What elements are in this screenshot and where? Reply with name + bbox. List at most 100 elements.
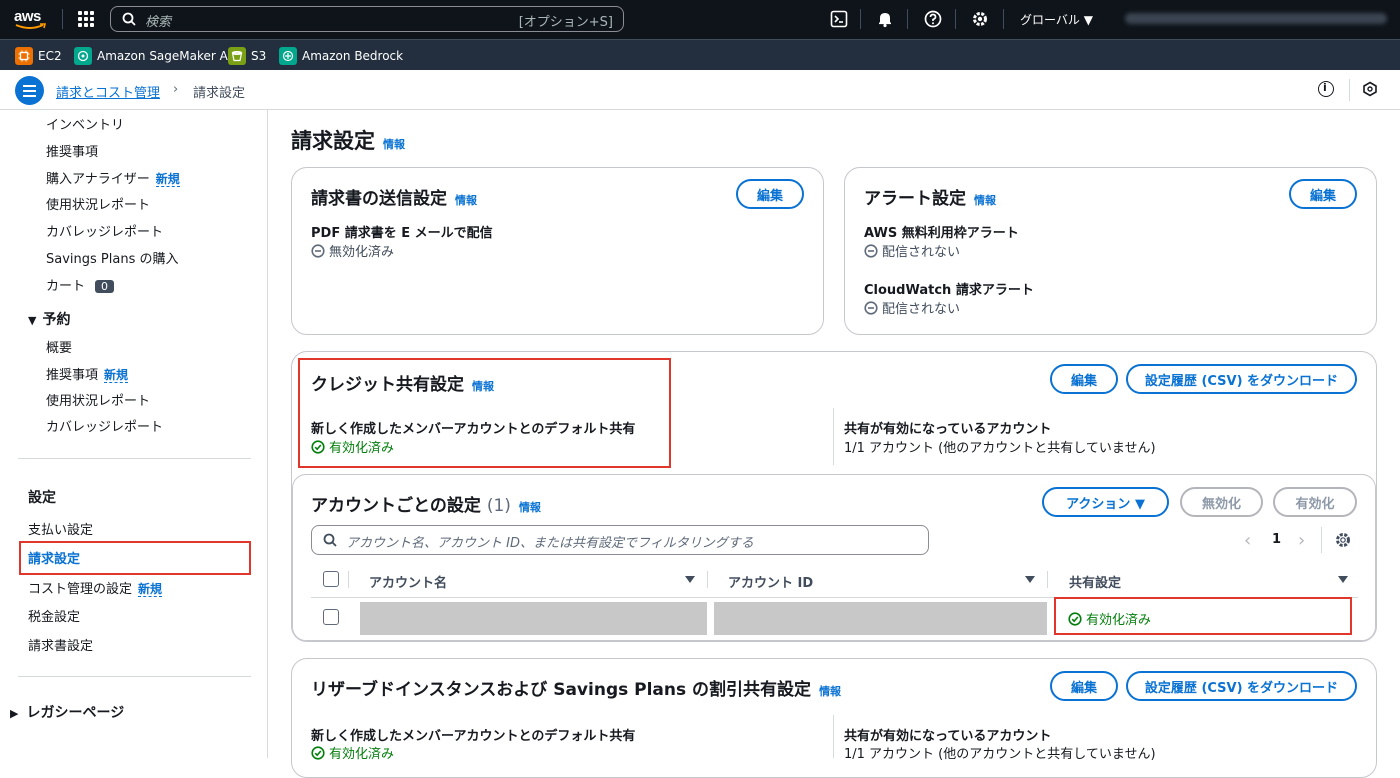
card-title: 請求書の送信設定 情報 [311,184,477,209]
sidebar-item-cost-management-settings[interactable]: コスト管理の設定 新規 [28,578,163,597]
sidebar-item-label: 推奨事項 [46,368,99,383]
table-title: アカウントごとの設定 (1) 情報 [311,491,541,516]
sidebar-item-invoice-settings[interactable]: 請求書設定 [28,635,93,654]
sidebar-item-label: カート [46,279,86,294]
info-link[interactable]: 情報 [819,685,841,698]
region-selector[interactable]: グローバル ▼ [1020,11,1093,28]
chevron-left-icon[interactable]: ‹ [1244,530,1251,551]
sort-caret-icon[interactable] [685,576,695,583]
s3-icon [228,47,246,65]
sidebar-item-label: コスト管理の設定 [28,582,133,597]
caret-down-icon: ▼ [28,314,37,327]
filter-placeholder: アカウント名、アカウント ID、または共有設定でフィルタリングする [346,536,754,551]
info-link[interactable]: 情報 [455,194,477,207]
breadcrumb-billing[interactable]: 請求とコスト管理 [56,82,160,101]
sidebar-section-legacy[interactable]: ▶ レガシーページ [10,702,124,722]
filter-input[interactable]: アカウント名、アカウント ID、または共有設定でフィルタリングする [311,525,929,555]
favorite-s3[interactable]: S3 [228,47,266,65]
highlight-box [298,358,671,468]
divider [833,715,834,758]
minus-circle-icon [864,300,878,315]
table-title-text: アカウントごとの設定 [311,496,481,516]
status-value: 配信されない [864,298,960,317]
new-badge: 新規 [155,172,180,187]
navigation-menu-button[interactable] [15,76,44,105]
sidebar-item-reservation-usage[interactable]: 使用状況レポート [46,390,150,409]
favorite-label: EC2 [38,49,62,63]
disable-button[interactable]: 無効化 [1180,487,1263,517]
sidebar-item-purchase-analyzer[interactable]: 購入アナライザー 新規 [46,168,180,187]
info-link[interactable]: 情報 [974,194,996,207]
sidebar-item-savings-plans-purchase[interactable]: Savings Plans の購入 [46,248,178,267]
favorites-bar: EC2 Amazon SageMaker AI S3 Amazon Bedroc… [0,39,1400,70]
sidebar-section-reservations[interactable]: ▼ 予約 [28,309,70,329]
divider [707,571,708,588]
favorite-label: S3 [251,49,267,63]
help-icon[interactable] [924,10,942,28]
search-icon [323,533,337,547]
search-placeholder: 検索 [145,15,172,30]
divider [1003,9,1004,29]
divider [62,9,63,29]
divider [1047,571,1048,588]
chevron-right-icon[interactable]: › [1298,530,1305,551]
table-count: (1) [486,496,511,516]
aws-logo[interactable]: aws [14,6,50,32]
edit-button[interactable]: 編集 [1050,364,1118,394]
sort-caret-icon[interactable] [1025,576,1035,583]
info-panel-icon[interactable] [1318,81,1334,97]
page-number[interactable]: 1 [1272,532,1281,547]
sidebar-item-cart[interactable]: カート 0 [46,275,115,294]
bedrock-icon [279,47,297,65]
sidebar-item-overview[interactable]: 概要 [46,337,72,356]
accounts-value: 1/1 アカウント (他のアカウントと共有していません) [844,747,1156,762]
sidebar-item-coverage-report[interactable]: カバレッジレポート [46,221,163,240]
download-history-button[interactable]: 設定履歴 (CSV) をダウンロード [1126,364,1357,394]
sidebar-item-tax-settings[interactable]: 税金設定 [28,606,80,625]
check-circle-icon [311,745,325,760]
status-text: 配信されない [882,302,961,317]
field-label: 共有が有効になっているアカウント [844,422,1052,437]
download-history-button[interactable]: 設定履歴 (CSV) をダウンロード [1126,671,1357,701]
redacted-account-name [360,602,707,635]
cloudshell-icon[interactable] [830,10,848,28]
status-value: 有効化済み [311,743,394,762]
account-menu[interactable] [1125,13,1387,24]
edit-button[interactable]: 編集 [1289,179,1357,209]
hexagon-icon[interactable] [1362,81,1378,101]
search-input[interactable]: 検索 [オプション+S] [110,6,624,32]
sidebar-item-reservation-recommendations[interactable]: 推奨事項 新規 [46,364,129,383]
status-text: 配信されない [882,245,961,260]
gear-icon[interactable] [971,10,989,28]
column-header-account-id[interactable]: アカウント ID [728,572,813,591]
edit-button[interactable]: 編集 [1050,671,1118,701]
caret-right-icon: ▶ [10,707,19,720]
sidebar-item-reservation-coverage[interactable]: カバレッジレポート [46,416,163,435]
table-settings-gear-icon[interactable] [1334,531,1352,553]
sidebar-item-inventory[interactable]: インベントリ [46,114,124,133]
info-link[interactable]: 情報 [519,501,541,514]
ec2-icon [15,47,33,65]
edit-button[interactable]: 編集 [736,179,804,209]
info-link[interactable]: 情報 [383,138,405,151]
favorite-bedrock[interactable]: Amazon Bedrock [279,47,403,65]
column-header-account-name[interactable]: アカウント名 [369,572,447,591]
enable-button[interactable]: 有効化 [1273,487,1357,517]
sidebar-item-recommendations[interactable]: 推奨事項 [46,141,98,160]
services-grid-icon[interactable] [78,11,94,27]
row-checkbox[interactable] [323,609,339,625]
select-all-checkbox[interactable] [323,571,339,587]
favorite-ec2[interactable]: EC2 [15,47,62,65]
sidebar-item-payment-settings[interactable]: 支払い設定 [28,519,93,538]
actions-dropdown[interactable]: アクション ▼ [1042,487,1169,517]
bell-icon[interactable] [876,10,894,28]
search-icon [122,12,136,26]
sort-caret-icon[interactable] [1338,576,1348,583]
column-header-sharing[interactable]: 共有設定 [1069,572,1121,591]
favorite-sagemaker[interactable]: Amazon SageMaker AI [74,47,231,65]
field-label: PDF 請求書を E メールで配信 [311,226,493,241]
divider [860,9,861,29]
minus-circle-icon [864,243,878,258]
divider [1321,527,1322,553]
sidebar-item-usage-report[interactable]: 使用状況レポート [46,194,150,213]
